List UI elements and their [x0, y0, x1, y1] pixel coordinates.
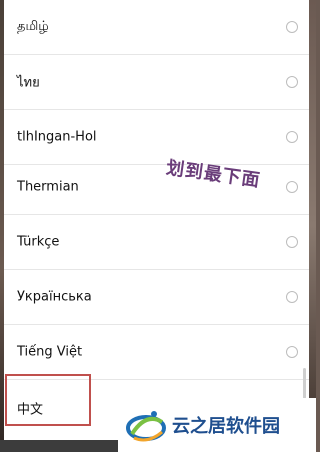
- language-row-vietnamese[interactable]: Tiếng Việt: [4, 325, 309, 380]
- radio-button[interactable]: [286, 236, 298, 248]
- radio-button[interactable]: [286, 76, 298, 88]
- language-row-klingon[interactable]: tlhIngan-Hol: [4, 110, 309, 165]
- language-label: Tiếng Việt: [17, 344, 83, 360]
- language-row-tamil[interactable]: தமிழ்: [4, 0, 309, 55]
- radio-button[interactable]: [286, 291, 298, 303]
- language-label: தமிழ்: [17, 19, 49, 34]
- radio-button[interactable]: [286, 131, 298, 143]
- language-row-turkish[interactable]: Türkçe: [4, 215, 309, 270]
- language-label: Türkçe: [17, 234, 60, 250]
- radio-button[interactable]: [286, 346, 298, 358]
- language-label: Українська: [17, 289, 92, 305]
- highlight-box: [5, 374, 91, 426]
- language-label: tlhIngan-Hol: [17, 129, 97, 145]
- watermark-logo-icon: [126, 411, 166, 442]
- watermark-text: 云之居软件园: [172, 416, 280, 437]
- language-row-thai[interactable]: ไทย: [4, 55, 309, 110]
- language-row-ukrainian[interactable]: Українська: [4, 270, 309, 325]
- language-row-thermian[interactable]: Thermian: [4, 160, 309, 215]
- language-label: Thermian: [17, 179, 79, 195]
- bottom-bar: [0, 440, 120, 452]
- radio-button[interactable]: [286, 181, 298, 193]
- photo-frame-right: [309, 0, 316, 452]
- radio-button[interactable]: [286, 21, 298, 33]
- language-label: ไทย: [17, 75, 40, 91]
